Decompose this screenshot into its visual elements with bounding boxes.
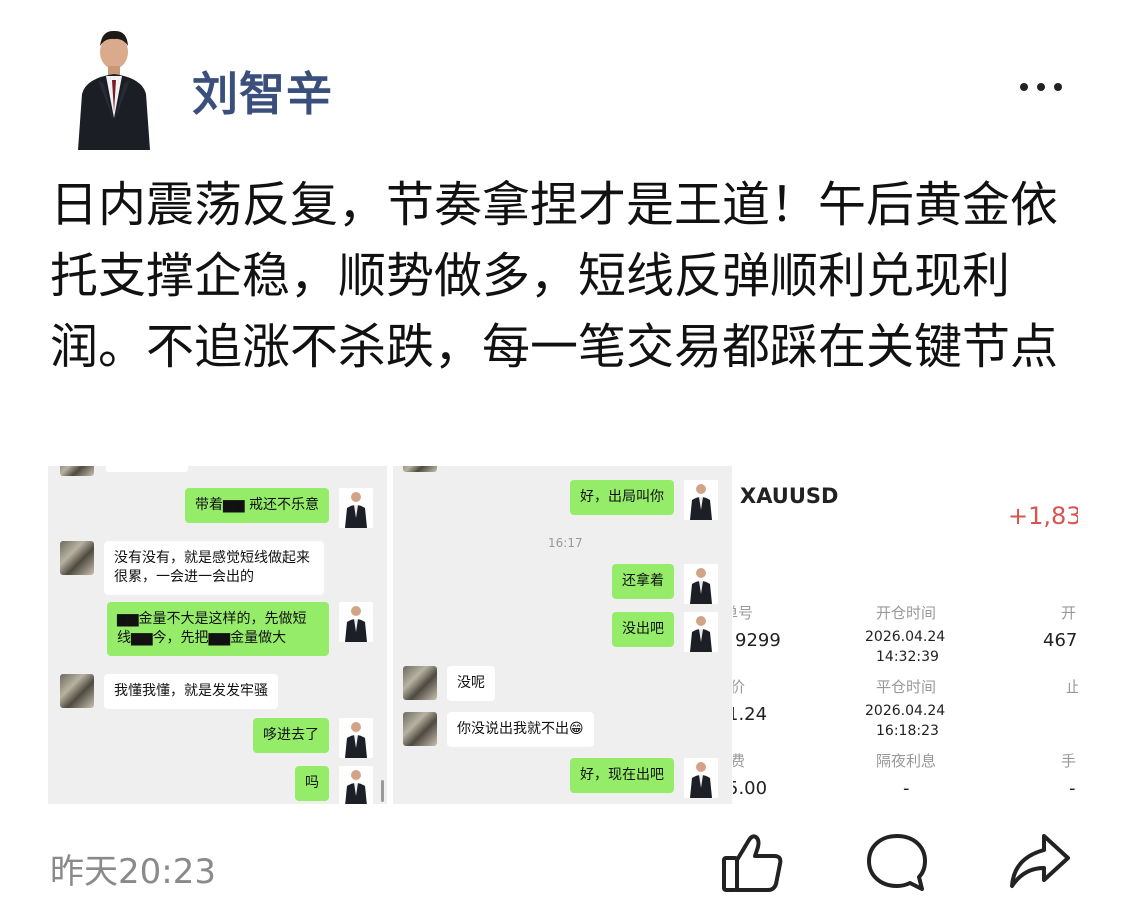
more-dot <box>1054 83 1062 91</box>
contact-avatar <box>60 466 94 476</box>
user-avatar <box>684 612 718 652</box>
author-name[interactable]: 刘智辛 <box>192 58 333 124</box>
contact-avatar <box>403 466 437 472</box>
post-image-trade-record[interactable]: XAUUSD +1,83 单号 9299 开仓时间 2026.04.24 14:… <box>733 466 1078 804</box>
scrollbar <box>381 780 384 802</box>
trade-value: - <box>1069 778 1076 799</box>
user-avatar <box>339 766 373 804</box>
contact-avatar <box>60 674 94 708</box>
message-bubble: 好，现在出吧 <box>570 758 674 793</box>
author-avatar[interactable] <box>68 26 160 150</box>
trade-close-time: 16:18:23 <box>876 723 939 739</box>
user-avatar <box>339 602 373 642</box>
user-avatar <box>684 564 718 604</box>
message-bubble: 带着▆▆ 戒还不乐意 <box>185 488 329 523</box>
trade-label: 开仓时间 <box>876 604 937 622</box>
user-avatar <box>684 758 718 798</box>
more-dot <box>1037 83 1045 91</box>
more-icon[interactable] <box>1020 72 1080 102</box>
more-dot <box>1020 83 1028 91</box>
trade-value: 5.00 <box>733 778 768 799</box>
message-bubble: 没出吧 <box>612 612 674 647</box>
trade-label: 手 <box>1061 752 1077 770</box>
message-bubble: 哆进去了 <box>253 718 329 753</box>
user-avatar <box>339 488 373 528</box>
trade-label: 平仓时间 <box>876 678 937 696</box>
trade-symbol: XAUUSD <box>740 484 839 508</box>
comment-icon[interactable] <box>862 828 932 898</box>
message-bubble: 吗 <box>295 766 329 801</box>
trade-close-date: 2026.04.24 <box>865 703 946 719</box>
post-image-chat-1[interactable]: 带着▆▆ 戒还不乐意 没有没有，就是感觉短线做起来很累，一会进一会出的 ▆▆金量… <box>48 466 387 804</box>
trade-profit: +1,83 <box>1008 502 1078 530</box>
trade-label: 隔夜利息 <box>876 752 937 770</box>
trade-value: 1.24 <box>733 704 768 725</box>
contact-avatar <box>60 541 94 575</box>
post-time: 昨天20:23 <box>50 852 216 892</box>
contact-avatar <box>403 712 437 746</box>
trade-value: 9299 <box>735 630 781 651</box>
post-text: 日内震荡反复，节奏拿捏才是王道！午后黄金依托支撑企稳，顺势做多，短线反弹顺利兑现… <box>50 177 1059 375</box>
message-bubble: ▆▆金量不大是这样的，先做短线▆▆今，先把▆▆金量做大 <box>107 602 329 656</box>
trade-label: 单号 <box>733 604 754 622</box>
trade-label: 开 <box>1061 604 1077 622</box>
message-bubble: 你没说出我就不出😁 <box>447 712 594 747</box>
user-avatar <box>684 480 718 520</box>
trade-open-date: 2026.04.24 <box>865 629 946 645</box>
contact-avatar <box>403 666 437 700</box>
post-image-chat-2[interactable]: 好，出局叫你 16:17 还拿着 没出吧 没呢 你没说出我就不出😁 好，现在出吧 <box>393 466 732 804</box>
thumbs-up-icon[interactable] <box>718 828 788 898</box>
message-bubble: 没呢 <box>447 666 495 701</box>
user-avatar <box>339 718 373 758</box>
chat-timestamp: 16:17 <box>548 536 583 550</box>
trade-label: 费 <box>733 752 746 770</box>
share-icon[interactable] <box>1004 828 1074 898</box>
message-bubble: 还拿着 <box>612 564 674 599</box>
trade-label: 止 <box>1066 678 1078 696</box>
message-bubble: 好，出局叫你 <box>570 480 674 515</box>
trade-value: - <box>903 778 910 799</box>
trade-value: 467 <box>1043 630 1078 651</box>
message-bubble: 没有没有，就是感觉短线做起来很累，一会进一会出的 <box>104 541 324 595</box>
message-bubble: 我懂我懂，就是发发牢骚 <box>104 674 278 709</box>
trade-open-time: 14:32:39 <box>876 649 939 665</box>
trade-label: 价 <box>733 678 746 696</box>
